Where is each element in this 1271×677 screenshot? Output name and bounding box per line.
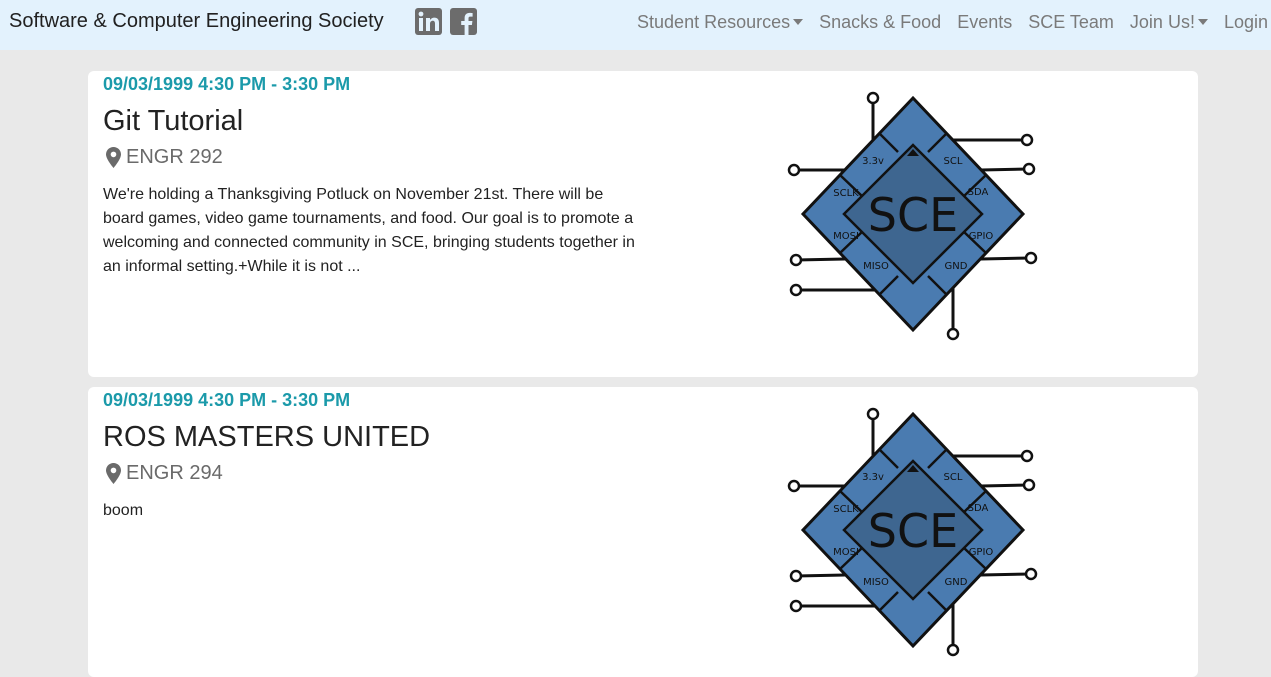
pin-label-gpio: GPIO (969, 231, 994, 242)
pin-label-mosi: MOSI (833, 231, 859, 242)
nav-events-label: Events (957, 11, 1013, 32)
event-description: We're holding a Thanksgiving Potluck on … (103, 186, 635, 275)
pin-label-gnd: GND (945, 261, 968, 272)
event-location: ENGR 294 (106, 462, 223, 485)
sce-logo: SCE 3.3v SCL SCLK SDA MOSI GPIO MISO GND (783, 403, 1043, 663)
pin-label-miso: MISO (863, 577, 889, 588)
facebook-icon[interactable] (450, 8, 477, 35)
event-card: 09/03/1999 4:30 PM - 3:30 PM ROS MASTERS… (88, 387, 1198, 677)
nav-menu: Student Resources Snacks & Food Events S… (637, 0, 1271, 44)
logo-center-text: SCE (868, 504, 958, 558)
nav-student-resources[interactable]: Student Resources (637, 11, 804, 33)
logo-center-text: SCE (868, 188, 958, 242)
pin-label-3v3: 3.3v (862, 472, 884, 483)
pin-label-scl: SCL (944, 472, 963, 483)
event-date: 09/03/1999 4:30 PM - 3:30 PM (103, 74, 351, 94)
caret-down-icon (793, 19, 804, 25)
sce-logo-graphic: SCE 3.3v SCL SCLK SDA MOSI GPIO MISO GND (787, 91, 1038, 341)
event-title: Git Tutorial (103, 105, 244, 137)
pin-label-sclk: SCLK (833, 188, 859, 199)
nav-join-us-label: Join Us! (1129, 11, 1195, 32)
nav-join-us[interactable]: Join Us! (1130, 12, 1208, 33)
event-location-label: ENGR 292 (126, 146, 223, 168)
brand-title[interactable]: Software & Computer Engineering Society (9, 10, 384, 33)
event-description: boom (103, 502, 144, 519)
sce-logo-graphic: SCE 3.3v SCL SCLK SDA MOSI GPIO MISO GND (787, 407, 1038, 657)
map-pin-icon (106, 147, 121, 168)
pin-label-sda: SDA (968, 503, 989, 514)
nav-student-resources-label: Student Resources (637, 11, 791, 32)
navbar: Software & Computer Engineering Society … (0, 0, 1271, 50)
caret-down-icon (1197, 19, 1208, 25)
pin-label-sda: SDA (968, 187, 989, 198)
nav-login-label: Login (1223, 11, 1268, 32)
event-location: ENGR 292 (106, 146, 223, 169)
pin-label-3v3: 3.3v (862, 156, 884, 167)
pin-label-gpio: GPIO (969, 547, 994, 558)
nav-snacks-food-label: Snacks & Food (819, 11, 942, 32)
pin-label-gnd: GND (945, 577, 968, 588)
pin-label-scl: SCL (944, 156, 963, 167)
sce-logo: SCE 3.3v SCL SCLK SDA MOSI GPIO MISO GND (783, 87, 1043, 347)
pin-label-miso: MISO (863, 261, 889, 272)
map-pin-icon (106, 463, 121, 484)
nav-sce-team[interactable]: SCE Team (1028, 12, 1114, 33)
pin-label-sclk: SCLK (833, 504, 859, 515)
event-card: 09/03/1999 4:30 PM - 3:30 PM Git Tutoria… (88, 71, 1198, 377)
nav-login[interactable]: Login (1224, 12, 1268, 33)
linkedin-icon[interactable] (415, 8, 442, 35)
event-title: ROS MASTERS UNITED (103, 421, 431, 453)
nav-snacks-food[interactable]: Snacks & Food (819, 12, 941, 33)
nav-events[interactable]: Events (957, 12, 1012, 33)
nav-sce-team-label: SCE Team (1028, 11, 1114, 32)
event-date: 09/03/1999 4:30 PM - 3:30 PM (103, 390, 351, 410)
event-location-label: ENGR 294 (126, 462, 223, 484)
pin-label-mosi: MOSI (833, 547, 859, 558)
